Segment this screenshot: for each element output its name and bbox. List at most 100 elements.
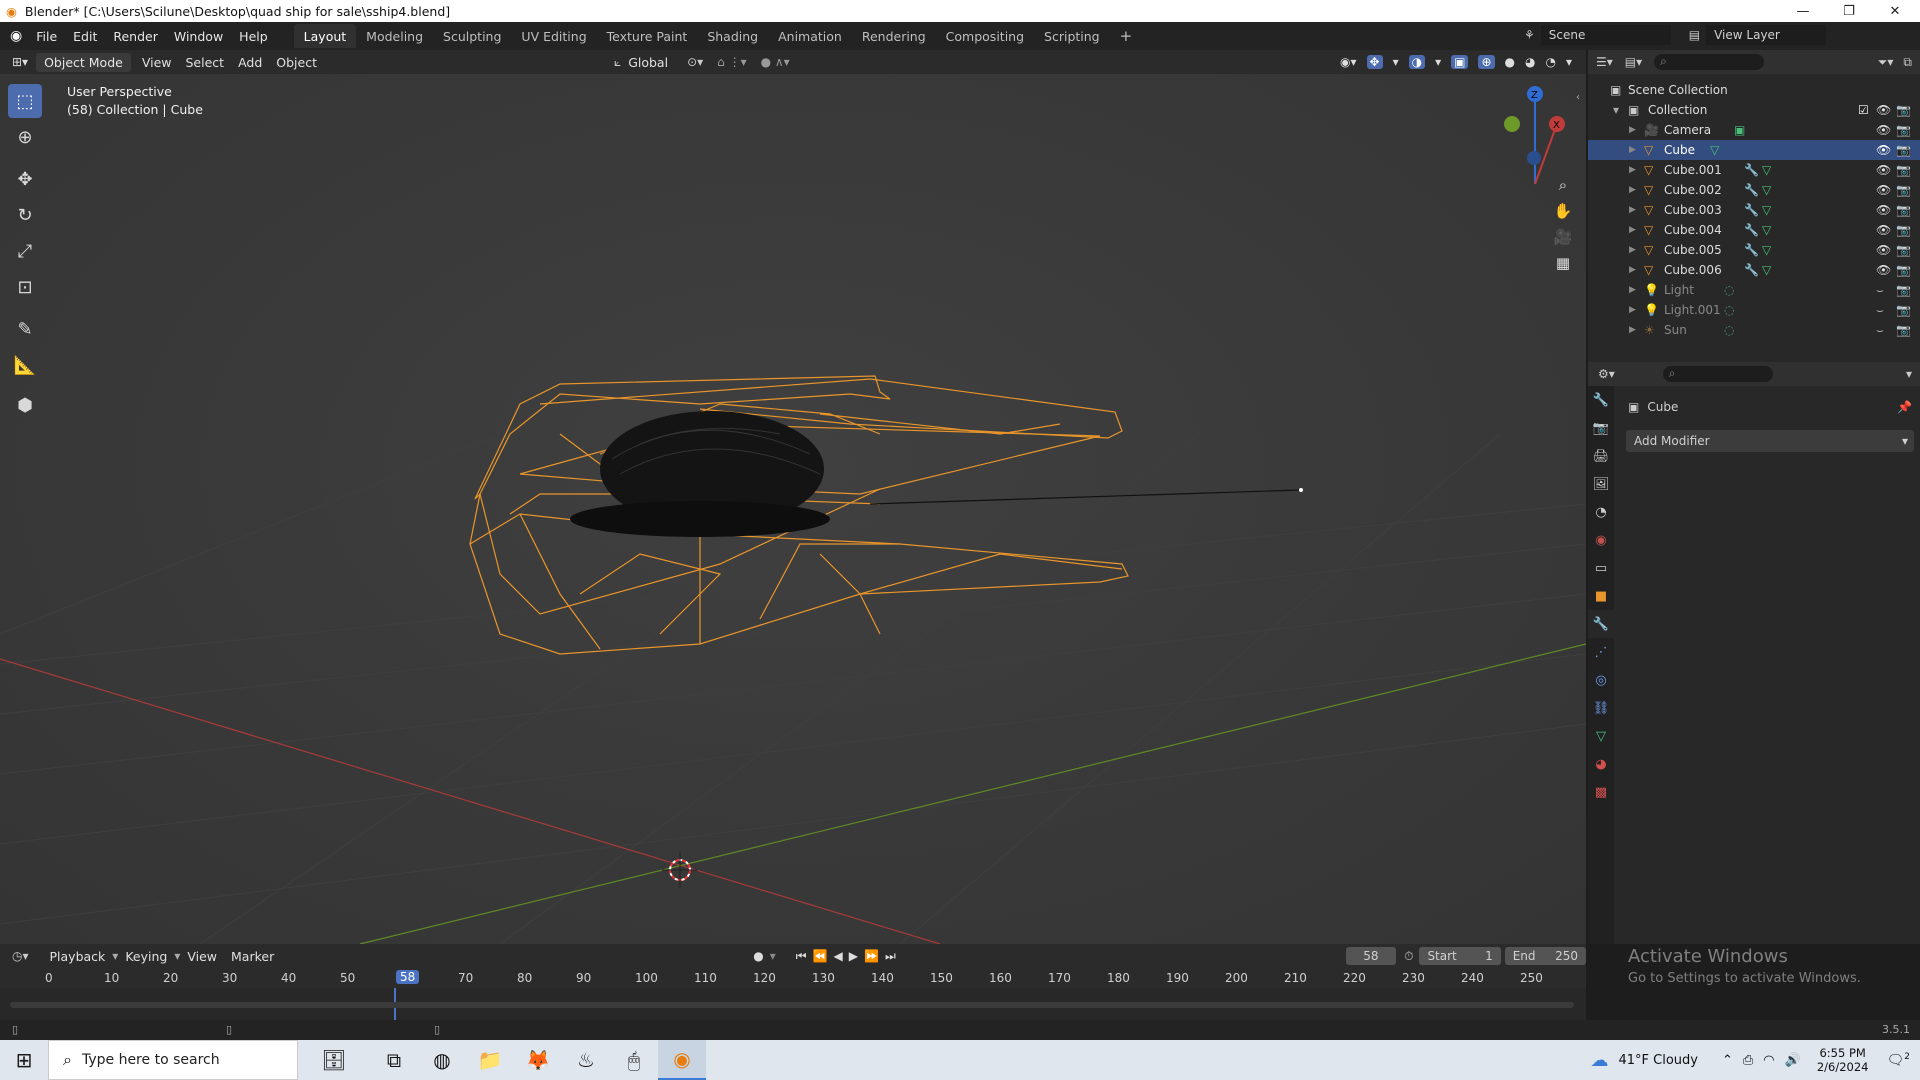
menu-playback[interactable]: Playback <box>43 949 113 964</box>
light-data-icon[interactable]: ◌ <box>1724 283 1734 297</box>
modifier-wrench-icon[interactable]: 🔧 <box>1744 163 1759 177</box>
expand-arrow-icon[interactable]: ▶ <box>1629 265 1636 275</box>
tool-tab-icon[interactable]: 🔧 <box>1588 386 1614 414</box>
eye-icon[interactable]: 👁 <box>1876 243 1891 257</box>
add-workspace-icon[interactable]: + <box>1110 24 1143 48</box>
object-tab-icon[interactable]: ■ <box>1588 582 1614 610</box>
light-data-icon[interactable]: ◌ <box>1724 323 1734 337</box>
preview-range-icon[interactable]: ⏱ <box>1404 949 1413 964</box>
blender-menu-icon[interactable]: ◉ <box>10 28 22 44</box>
prev-keyframe-icon[interactable]: ⏪ <box>813 949 828 963</box>
modifier-wrench-icon[interactable]: 🔧 <box>1744 183 1759 197</box>
outliner-search-field[interactable]: ⌕ <box>1654 54 1765 70</box>
physics-tab-icon[interactable]: ◎ <box>1588 666 1614 694</box>
menu-add[interactable]: Add <box>231 55 269 70</box>
filter-icon[interactable]: ⏷▾ <box>1878 55 1894 70</box>
timeline-scrollbar[interactable] <box>10 1002 1574 1008</box>
pan-hand-icon[interactable]: ✋ <box>1550 198 1576 224</box>
outliner-item[interactable]: ▶ ▽ Cube.003 🔧 ▽ 👁 📷 <box>1588 200 1920 220</box>
tab-shading[interactable]: Shading <box>697 24 768 48</box>
end-frame-field[interactable]: End 250 <box>1504 947 1586 965</box>
frame-ruler[interactable]: 0 10 20 30 40 50 58 70 80 90 100 110 120 130 140 150 160… <box>0 968 1586 988</box>
render-camera-icon[interactable]: 📷 <box>1896 163 1911 177</box>
blender-taskbar-icon[interactable]: ◉ <box>658 1040 706 1080</box>
view-layer-selector[interactable]: View Layer <box>1706 25 1827 45</box>
cursor-tool-icon[interactable]: ⊕ <box>8 120 42 154</box>
eye-closed-icon[interactable]: ⌣ <box>1876 283 1884 298</box>
menu-render[interactable]: Render <box>105 29 166 44</box>
properties-search-field[interactable]: ⌕ <box>1662 366 1773 382</box>
chrome-icon[interactable]: ◍ <box>418 1040 466 1080</box>
task-view-icon[interactable]: ⧉ <box>370 1040 418 1080</box>
wireframe-shading-icon[interactable]: ⊕ <box>1478 55 1495 69</box>
outliner-item[interactable]: ▶ ▽ Cube ▽ 👁 📷 <box>1588 140 1920 160</box>
outliner-editor-icon[interactable]: ☰▾ <box>1596 55 1613 69</box>
view-layer-tab-icon[interactable]: 🖼 <box>1588 470 1614 498</box>
outliner-collection[interactable]: ▾ ▣ Collection ☑ 👁 📷 <box>1588 100 1920 120</box>
menu-help[interactable]: Help <box>231 29 276 44</box>
checkbox-icon[interactable]: ☑ <box>1858 103 1869 117</box>
expand-arrow-icon[interactable]: ▶ <box>1629 245 1636 255</box>
render-camera-icon[interactable]: 📷 <box>1896 223 1911 237</box>
scene-tab-icon[interactable]: ◔ <box>1588 498 1614 526</box>
render-camera-icon[interactable]: 📷 <box>1896 243 1911 257</box>
mesh-data-icon[interactable]: ▽ <box>1762 243 1771 257</box>
mesh-data-icon[interactable]: ▽ <box>1762 163 1771 177</box>
render-camera-icon[interactable]: 📷 <box>1896 143 1911 157</box>
render-camera-icon[interactable]: 📷 <box>1896 263 1911 277</box>
windows-start-icon[interactable]: ⊞ <box>0 1040 48 1080</box>
expand-arrow-icon[interactable]: ▶ <box>1629 305 1636 315</box>
move-tool-icon[interactable]: ✥ <box>8 162 42 196</box>
tab-modeling[interactable]: Modeling <box>356 24 433 48</box>
timeline-track-area[interactable] <box>0 988 1586 1020</box>
close-button[interactable]: ✕ <box>1872 0 1918 22</box>
play-icon[interactable]: ▶ <box>849 949 858 963</box>
3d-viewport[interactable]: Z X User Perspective (58) Collection | C… <box>0 74 1586 944</box>
modifier-wrench-icon[interactable]: 🔧 <box>1744 263 1759 277</box>
texture-tab-icon[interactable]: ▩ <box>1588 778 1614 806</box>
tab-animation[interactable]: Animation <box>768 24 852 48</box>
outliner-item[interactable]: ▶ ▽ Cube.006 🔧 ▽ 👁 📷 <box>1588 260 1920 280</box>
xray-icon[interactable]: ▣ <box>1451 55 1469 69</box>
rendered-shading-icon[interactable]: ◔ <box>1545 55 1555 69</box>
overlay-dropdown-icon[interactable]: ▾ <box>1435 55 1441 69</box>
particles-tab-icon[interactable]: ⋰ <box>1588 638 1614 666</box>
render-camera-icon[interactable]: 📷 <box>1896 123 1911 137</box>
tab-rendering[interactable]: Rendering <box>852 24 936 48</box>
pivot-icon[interactable]: ⊙▾ <box>687 55 703 69</box>
tray-device-icon[interactable]: ⎙ <box>1743 1053 1753 1068</box>
visibility-icon[interactable]: ◉▾ <box>1340 55 1357 69</box>
snap-icon[interactable]: ⌂ ⋮▾ <box>717 55 746 69</box>
solid-shading-icon[interactable]: ● <box>1505 55 1515 69</box>
eye-icon[interactable]: 👁 <box>1876 143 1891 157</box>
render-camera-icon[interactable]: 📷 <box>1896 103 1911 117</box>
proportional-edit-icon[interactable]: ● ∧▾ <box>761 55 790 69</box>
new-collection-icon[interactable]: ⧉ <box>1903 55 1912 70</box>
jump-end-icon[interactable]: ⏭ <box>885 949 896 964</box>
render-camera-icon[interactable]: 📷 <box>1896 303 1911 317</box>
outliner-item[interactable]: ▶ 💡 Light ◌ ⌣ 📷 <box>1588 280 1920 300</box>
eye-icon[interactable]: 👁 <box>1876 123 1891 137</box>
expand-arrow-icon[interactable]: ▶ <box>1629 125 1636 135</box>
scale-tool-icon[interactable]: ⤢ <box>8 234 42 268</box>
modifier-wrench-icon[interactable]: 🔧 <box>1744 203 1759 217</box>
scene-selector[interactable]: Scene <box>1540 25 1671 45</box>
taskbar-search-box[interactable]: ⌕ Type here to search <box>48 1040 298 1080</box>
shading-dropdown-icon[interactable]: ▾ <box>1566 55 1572 69</box>
light-data-icon[interactable]: ◌ <box>1724 303 1734 317</box>
jump-start-icon[interactable]: ⏮ <box>796 949 807 964</box>
menu-marker[interactable]: Marker <box>224 949 281 964</box>
auto-key-record-icon[interactable]: ● <box>753 949 763 963</box>
timeline-editor-icon[interactable]: ◷▾ <box>12 949 29 963</box>
measure-tool-icon[interactable]: 📐 <box>8 348 42 382</box>
menu-edit[interactable]: Edit <box>65 29 105 44</box>
clock[interactable]: 6:55 PM 2/6/2024 <box>1817 1046 1869 1074</box>
outliner-item[interactable]: ▶ 🎥 Camera ▣ 👁 📷 <box>1588 120 1920 140</box>
transform-tool-icon[interactable]: ⊡ <box>8 270 42 304</box>
menu-keying[interactable]: Keying <box>118 949 174 964</box>
tab-sculpting[interactable]: Sculpting <box>433 24 511 48</box>
play-reverse-icon[interactable]: ◀ <box>834 949 843 963</box>
outliner-item[interactable]: ▶ ☀ Sun ◌ ⌣ 📷 <box>1588 320 1920 340</box>
overlay-toggle-icon[interactable]: ◑ <box>1408 55 1426 69</box>
expand-arrow-icon[interactable]: ▶ <box>1629 285 1636 295</box>
